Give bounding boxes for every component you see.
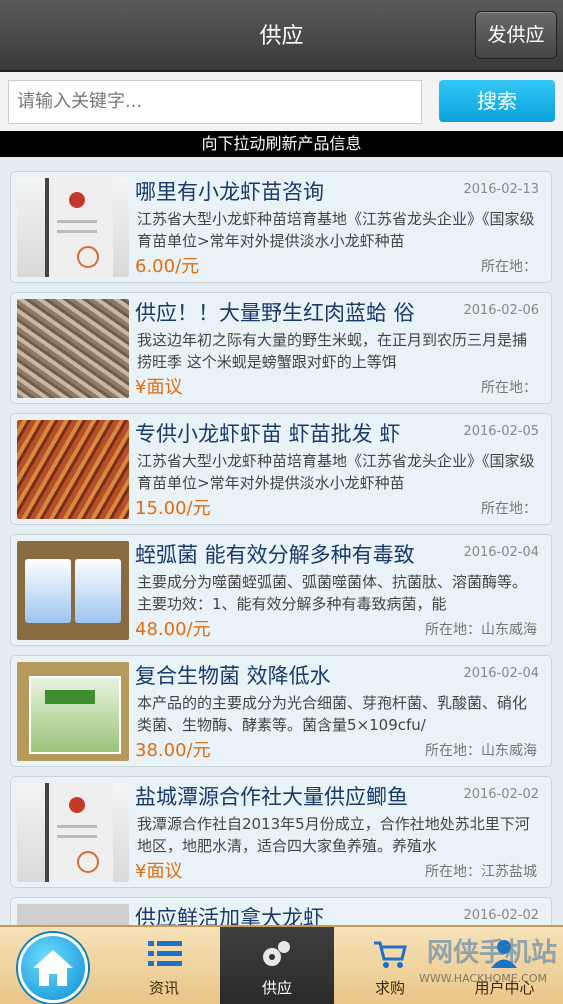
item-title: 哪里有小龙虾苗咨询 (135, 180, 324, 204)
item-description: 主要成分为噬菌蛭弧菌、弧菌噬菌体、抗菌肽、溶菌酶等。主要功效：1、能有效分解多种… (137, 573, 528, 613)
item-date: 2016-02-04 (463, 666, 539, 681)
list-item[interactable]: 蛭弧菌 能有效分解多种有毒致 2016-02-04 主要成分为噬菌蛭弧菌、弧菌噬… (10, 534, 552, 646)
top-bar: 供应 发供应 (0, 0, 563, 72)
item-description: 江苏省大型小龙虾种苗培育基地《江苏省龙头企业》《国家级育苗单位>常年对外提供淡水… (137, 210, 535, 250)
item-date: 2016-02-06 (463, 303, 539, 318)
supply-icon (260, 937, 294, 971)
item-date: 2016-02-13 (463, 182, 539, 197)
item-date: 2016-02-05 (463, 424, 539, 439)
item-title: 供应！！大量野生红肉蓝蛤 俗 (135, 301, 415, 325)
list-item[interactable]: 供应鲜活加拿大龙虾 2016-02-02 (10, 897, 552, 925)
product-thumbnail (17, 904, 129, 925)
item-date: 2016-02-02 (463, 787, 539, 802)
item-location: 所在地： (481, 380, 537, 396)
item-description: 江苏省大型小龙虾种苗培育基地《江苏省龙头企业》《国家级育苗单位>常年对外提供淡水… (137, 452, 535, 492)
item-description: 本产品的的主要成分为光合细菌、芽孢杆菌、乳酸菌、硝化类菌、生物酶、酵素等。菌含量… (137, 694, 528, 734)
item-price: 6.00/元 (135, 256, 200, 277)
list-item[interactable]: 哪里有小龙虾苗咨询 2016-02-13 江苏省大型小龙虾种苗培育基地《江苏省龙… (10, 171, 552, 283)
tab-supply-label: 供应 (261, 979, 292, 997)
item-location: 所在地： (481, 501, 537, 517)
tab-info[interactable]: 资讯 (108, 927, 220, 1004)
watermark-logo: 网侠手机站 (426, 938, 557, 968)
item-description: 我这边年初之际有大量的野生米蚬，在正月到农历三月是捕捞旺季 这个米蚬是螃蟹跟对虾… (137, 331, 528, 371)
item-price: ¥面议 (135, 861, 183, 882)
product-thumbnail (17, 420, 129, 519)
search-button[interactable]: 搜索 (439, 80, 555, 122)
item-price: 38.00/元 (135, 740, 211, 761)
cart-icon (372, 939, 408, 969)
supply-list[interactable]: 哪里有小龙虾苗咨询 2016-02-13 江苏省大型小龙虾种苗培育基地《江苏省龙… (0, 157, 563, 925)
item-price: 15.00/元 (135, 498, 211, 519)
list-icon (148, 939, 182, 969)
list-item[interactable]: 供应！！大量野生红肉蓝蛤 俗 2016-02-06 我这边年初之际有大量的野生米… (10, 292, 552, 404)
product-thumbnail (17, 299, 129, 398)
tab-home[interactable] (0, 927, 108, 1004)
item-description: 我潭源合作社自2013年5月份成立，合作社地处苏北里下河地区，地肥水清，适合四大… (137, 815, 530, 855)
item-title: 盐城潭源合作社大量供应鲫鱼 (135, 785, 408, 809)
pull-to-refresh-hint: 向下拉动刷新产品信息 (0, 131, 563, 157)
item-title: 复合生物菌 效降低水 (135, 664, 331, 688)
item-title: 专供小龙虾虾苗 虾苗批发 虾 (135, 422, 401, 446)
tab-info-label: 资讯 (148, 979, 179, 997)
search-bar: 请输入关键字... 搜索 (0, 72, 563, 131)
home-icon (18, 933, 88, 1003)
item-date: 2016-02-04 (463, 545, 539, 560)
item-location: 所在地： (481, 259, 537, 275)
tab-supply[interactable]: 供应 (220, 927, 334, 1004)
item-location: 所在地：江苏盐城 (425, 864, 537, 880)
item-date: 2016-02-02 (463, 908, 539, 923)
product-thumbnail (17, 783, 129, 882)
post-supply-button[interactable]: 发供应 (475, 11, 557, 59)
item-location: 所在地：山东威海 (425, 743, 537, 759)
item-price: 48.00/元 (135, 619, 211, 640)
watermark-url: WWW.HACKHOME.COM (418, 972, 547, 985)
product-thumbnail (17, 178, 129, 277)
list-item[interactable]: 复合生物菌 效降低水 2016-02-04 本产品的的主要成分为光合细菌、芽孢杆… (10, 655, 552, 767)
item-title: 蛭弧菌 能有效分解多种有毒致 (135, 543, 415, 567)
list-item[interactable]: 专供小龙虾虾苗 虾苗批发 虾 2016-02-05 江苏省大型小龙虾种苗培育基地… (10, 413, 552, 525)
product-thumbnail (17, 662, 129, 761)
item-location: 所在地：山东威海 (425, 622, 537, 638)
list-item[interactable]: 盐城潭源合作社大量供应鲫鱼 2016-02-02 我潭源合作社自2013年5月份… (10, 776, 552, 888)
item-price: ¥面议 (135, 377, 183, 398)
search-input[interactable]: 请输入关键字... (8, 80, 422, 124)
item-title: 供应鲜活加拿大龙虾 (135, 906, 324, 925)
product-thumbnail (17, 541, 129, 640)
